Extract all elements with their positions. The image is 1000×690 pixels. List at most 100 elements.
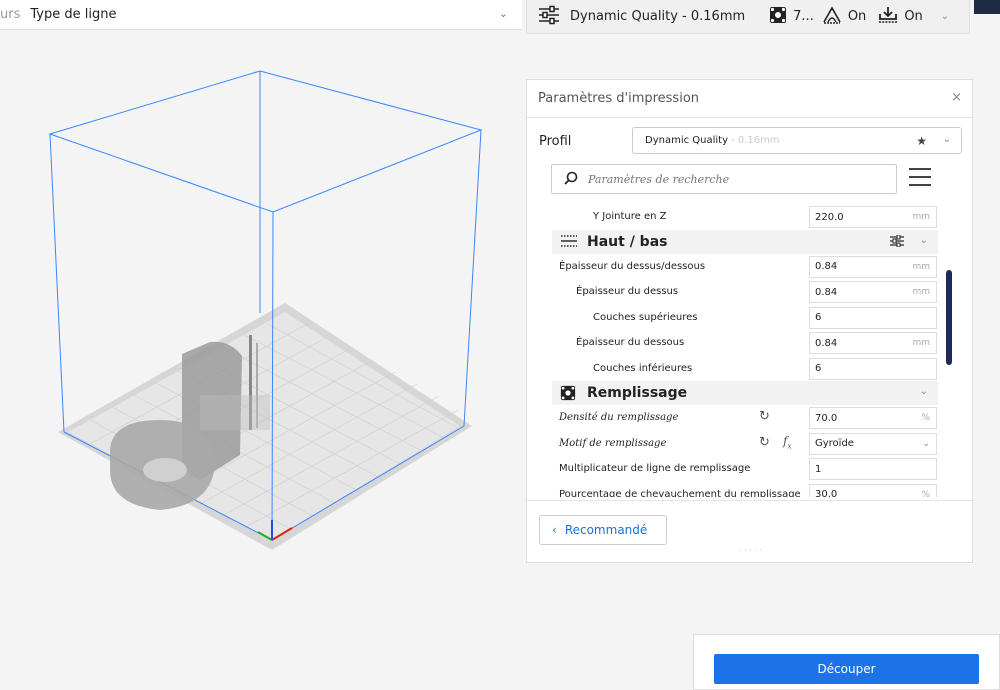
profile-select[interactable]: Dynamic Quality - 0.16mm ★ ⌄ bbox=[632, 127, 962, 154]
print-setup-selector[interactable]: Dynamic Quality - 0.16mm 7... On On ⌄ bbox=[526, 0, 970, 34]
setting-unit: mm bbox=[912, 338, 930, 348]
setting-row: Pourcentage de chevauchement du rempliss… bbox=[527, 482, 974, 498]
profile-sub: - 0.16mm bbox=[731, 135, 780, 146]
infill-icon bbox=[560, 385, 576, 404]
setting-field[interactable]: 0.84 mm bbox=[809, 255, 937, 278]
adhesion-label: On bbox=[904, 9, 923, 24]
setting-field[interactable]: 0.84 mm bbox=[809, 332, 937, 354]
setting-row: Épaisseur du dessous 0.84 mm bbox=[527, 330, 974, 356]
chevron-down-icon: ⌄ bbox=[942, 134, 951, 145]
reset-icon[interactable]: ↻ bbox=[759, 409, 770, 424]
profile-name: Dynamic Quality bbox=[645, 135, 729, 146]
settings-list[interactable]: Y Jointure en Z 220.0 mm Haut / bas ⌄ Épaisse… bbox=[527, 204, 974, 497]
window-corner bbox=[974, 0, 1000, 14]
chevron-down-icon: ⌄ bbox=[940, 11, 950, 22]
infill-label: 7... bbox=[793, 9, 814, 24]
setting-row: Couches inférieures 6 bbox=[527, 356, 974, 382]
setting-unit: mm bbox=[912, 212, 930, 222]
setting-row: Multiplicateur de ligne de remplissage 1 bbox=[527, 456, 974, 482]
panel-title: Paramètres d'impression bbox=[538, 91, 700, 106]
setting-row: Y Jointure en Z 220.0 mm bbox=[527, 204, 974, 230]
setting-field[interactable]: 6 bbox=[809, 357, 937, 380]
search-row bbox=[527, 164, 972, 204]
support-label: On bbox=[847, 9, 867, 24]
view-type-prefix: urs bbox=[0, 7, 21, 22]
setting-label: Couches inférieures bbox=[593, 362, 693, 374]
print-settings-panel: Paramètres d'impression × Profil Dynamic… bbox=[526, 79, 974, 563]
setting-value: 30.0 bbox=[815, 489, 838, 497]
setting-value: 1 bbox=[815, 463, 822, 475]
chevron-left-icon: ‹ bbox=[552, 523, 557, 537]
setting-value: 6 bbox=[815, 363, 822, 374]
star-icon[interactable]: ★ bbox=[916, 134, 927, 148]
recommended-button[interactable]: ‹ Recommandé bbox=[539, 515, 667, 545]
infill-icon bbox=[769, 6, 787, 28]
category-top-bottom[interactable]: Haut / bas ⌄ bbox=[552, 229, 938, 254]
sliders-icon bbox=[538, 5, 560, 29]
setting-field[interactable]: 6 bbox=[809, 306, 937, 329]
setting-value: 0.84 bbox=[815, 261, 838, 272]
setting-value: Gyroïde bbox=[815, 438, 854, 449]
profile-label: Profil bbox=[539, 133, 572, 149]
setting-value: 6 bbox=[815, 312, 822, 323]
category-infill[interactable]: Remplissage ⌄ bbox=[552, 381, 938, 405]
settings-scrollbar[interactable] bbox=[946, 270, 952, 365]
chevron-down-icon: ⌄ bbox=[919, 234, 928, 246]
setting-field[interactable]: 0.84 mm bbox=[809, 281, 937, 303]
category-title: Haut / bas bbox=[587, 233, 668, 250]
sliders-icon[interactable] bbox=[890, 234, 904, 250]
setting-unit: % bbox=[921, 413, 930, 423]
chevron-down-icon: ⌄ bbox=[922, 438, 930, 449]
setting-label: Densité du remplissage bbox=[559, 412, 679, 424]
search-box[interactable] bbox=[551, 164, 897, 194]
setting-label: Épaisseur du dessous bbox=[576, 337, 685, 349]
setting-label: Épaisseur du dessus/dessous bbox=[559, 260, 706, 272]
setting-label: Motif de remplissage bbox=[559, 437, 667, 449]
setting-label: Pourcentage de chevauchement du rempliss… bbox=[559, 488, 801, 497]
setting-label: Couches supérieures bbox=[593, 311, 698, 323]
setting-field[interactable]: Gyroïde ⌄ bbox=[809, 432, 937, 455]
setting-label: Épaisseur du dessus bbox=[576, 286, 679, 298]
reset-icon[interactable]: ↻ bbox=[759, 435, 770, 450]
setting-value: 0.84 bbox=[815, 286, 838, 298]
category-title: Remplissage bbox=[587, 385, 688, 401]
panel-footer: ‹ Recommandé · · · · · bbox=[527, 500, 974, 556]
setting-label: Multiplicateur de ligne de remplissage bbox=[559, 463, 751, 475]
setting-field[interactable]: 30.0% bbox=[809, 483, 937, 498]
profile-row: Profil Dynamic Quality - 0.16mm ★ ⌄ bbox=[527, 118, 972, 164]
setting-row: Densité du remplissage ↻ 70.0% bbox=[527, 405, 974, 431]
quality-label: Dynamic Quality - 0.16mm bbox=[570, 9, 746, 24]
recommended-label: Recommandé bbox=[564, 523, 648, 537]
setting-row: Épaisseur du dessus 0.84 mm bbox=[527, 279, 974, 305]
chevron-down-icon: ⌄ bbox=[919, 386, 928, 397]
function-icon[interactable]: fx bbox=[783, 434, 791, 450]
chevron-down-icon: ⌄ bbox=[498, 7, 508, 20]
setting-field[interactable]: 1 bbox=[809, 458, 937, 480]
setting-field[interactable]: 70.0% bbox=[809, 407, 937, 429]
setting-row: Couches supérieures 6 bbox=[527, 305, 974, 331]
setting-unit: mm bbox=[912, 287, 930, 297]
setting-value: 0.84 bbox=[815, 337, 838, 349]
panel-header: Paramètres d'impression × bbox=[527, 80, 972, 118]
menu-icon[interactable] bbox=[909, 168, 931, 188]
resize-handle[interactable]: · · · · · bbox=[739, 546, 762, 555]
top-bottom-icon bbox=[560, 234, 578, 251]
setting-field[interactable]: 220.0 mm bbox=[809, 206, 937, 228]
setting-row: Motif de remplissage ↻ fx Gyroïde ⌄ bbox=[527, 431, 974, 457]
setting-value: 70.0 bbox=[815, 412, 838, 424]
setting-unit: mm bbox=[912, 261, 930, 272]
slice-label: Découper bbox=[817, 662, 876, 676]
search-input[interactable] bbox=[588, 172, 868, 186]
close-icon[interactable]: × bbox=[951, 90, 962, 105]
3d-viewport[interactable] bbox=[0, 36, 530, 636]
setting-row: Épaisseur du dessus/dessous 0.84 mm bbox=[527, 254, 974, 280]
search-icon bbox=[564, 170, 578, 189]
setting-value: 220.0 bbox=[815, 211, 844, 223]
view-type-label: Type de ligne bbox=[30, 7, 117, 22]
support-icon bbox=[822, 5, 842, 28]
setting-unit: % bbox=[921, 489, 930, 498]
setting-label: Y Jointure en Z bbox=[593, 211, 667, 223]
slice-panel: Découper bbox=[693, 634, 1000, 690]
slice-button[interactable]: Découper bbox=[714, 654, 979, 684]
view-type-selector[interactable]: urs Type de ligne ⌄ bbox=[0, 0, 522, 30]
